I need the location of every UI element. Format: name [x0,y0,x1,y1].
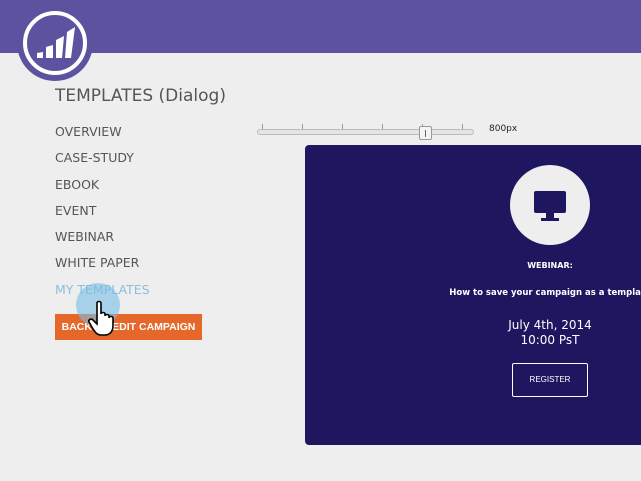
nav-item-ebook[interactable]: EBOOK [55,177,150,203]
back-to-edit-campaign-button[interactable]: BACK TO EDIT CAMPAIGN [55,314,202,340]
width-slider-track[interactable] [257,129,474,135]
slider-tick [462,124,463,129]
event-type: WEBINAR: [527,261,573,270]
icon-circle [510,165,590,245]
template-category-nav: OVERVIEW CASE-STUDY EBOOK EVENT WEBINAR … [55,124,150,308]
template-preview-card: WEBINAR: How to save your campaign as a … [305,145,641,445]
nav-item-event[interactable]: EVENT [55,203,150,229]
event-headline: How to save your campaign as a template [449,288,641,298]
slider-tick [262,124,263,129]
monitor-icon [534,191,566,221]
event-time: 10:00 PsT [520,333,580,347]
width-value: 800px [489,124,518,134]
slider-tick [382,124,383,129]
register-button[interactable]: REGISTER [512,363,588,397]
slider-tick [302,124,303,129]
marketo-logo-icon [37,27,75,58]
nav-item-overview[interactable]: OVERVIEW [55,124,150,150]
width-slider-thumb[interactable] [419,126,432,140]
slider-tick [342,124,343,129]
header-bar [0,0,641,53]
logo[interactable] [17,5,93,81]
nav-item-case-study[interactable]: CASE-STUDY [55,150,150,176]
nav-item-webinar[interactable]: WEBINAR [55,229,150,255]
page-title: TEMPLATES (Dialog) [55,86,226,106]
hand-cursor-icon [88,300,114,336]
nav-item-white-paper[interactable]: WHITE PAPER [55,255,150,281]
event-date: July 4th, 2014 [508,318,592,332]
